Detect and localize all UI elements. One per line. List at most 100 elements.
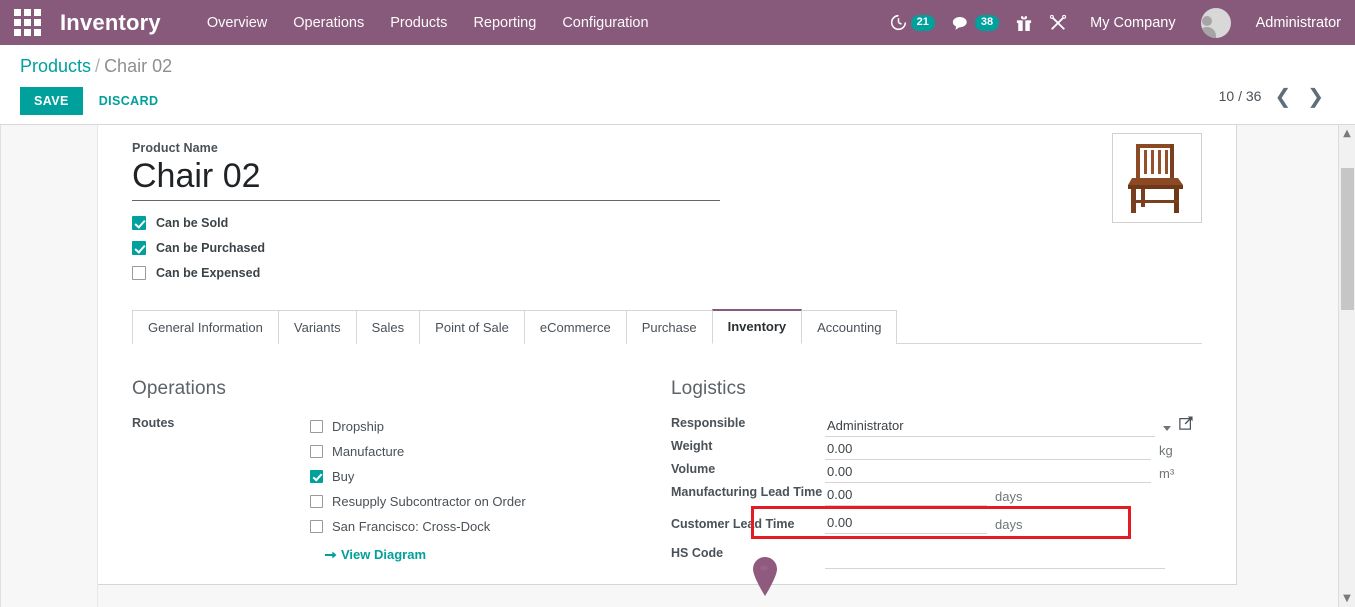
clock-activity-icon [890,14,906,31]
grid-cell [13,19,21,26]
company-switcher[interactable]: My Company [1090,15,1175,31]
tab-point-of-sale[interactable]: Point of Sale [419,310,525,344]
chevron-down-icon[interactable] [1163,426,1171,431]
product-name-caption: Product Name [132,141,218,155]
responsible-value-cell [825,414,1202,437]
route-row-resupply-subcontractor[interactable]: Resupply Subcontractor on Order [310,489,667,514]
route-manufacture-checkbox[interactable] [310,445,323,458]
volume-value-cell: m³ [825,460,1202,483]
route-cross-dock-checkbox[interactable] [310,520,323,533]
operations-fields-table: Routes Dropship Manufacture Buy Resupply… [132,414,667,566]
hs-code-field-row: HS Code [671,534,1202,569]
can-be-purchased-label: Can be Purchased [156,240,266,255]
weight-unit-label: kg [1159,443,1173,458]
route-dropship-label: Dropship [332,419,385,434]
operations-group: Operations Routes Dropship Manufacture B… [132,378,667,569]
hs-code-input-wrap [825,534,1202,569]
route-row-manufacture[interactable]: Manufacture [310,439,667,464]
chevron-right-icon[interactable]: ❯ [1304,86,1327,106]
can-be-sold-checkbox[interactable] [132,215,146,230]
app-brand-title[interactable]: Inventory [60,10,161,36]
manufacturing-lead-time-input-wrap: days [825,483,1202,506]
inventory-tab-groups: Operations Routes Dropship Manufacture B… [132,344,1202,569]
tab-general-information[interactable]: General Information [132,310,279,344]
apps-grid-icon[interactable] [10,6,44,40]
manufacturing-lead-time-input[interactable] [825,485,987,506]
weight-label: Weight [671,439,713,453]
chevron-left-icon[interactable]: ❮ [1271,86,1294,106]
flag-row-can-be-expensed[interactable]: Can be Expensed [132,260,752,285]
flag-row-can-be-purchased[interactable]: Can be Purchased [132,235,752,260]
view-diagram-label: View Diagram [341,547,427,562]
scrollbar-thumb[interactable] [1341,168,1354,310]
route-buy-checkbox[interactable] [310,470,323,483]
menu-item-products[interactable]: Products [390,15,447,31]
route-resupply-subcontractor-checkbox[interactable] [310,495,323,508]
flag-row-can-be-sold[interactable]: Can be Sold [132,210,752,235]
chair-illustration-icon [1128,144,1183,213]
user-avatar-icon[interactable] [1200,7,1231,38]
can-be-purchased-checkbox[interactable] [132,240,146,255]
external-link-icon[interactable] [1179,416,1193,435]
volume-input-wrap: m³ [825,460,1202,483]
route-buy-label: Buy [332,469,355,484]
volume-field-row: Volume m³ [671,460,1202,483]
customer-lead-time-input-wrap: days [825,506,1202,534]
customer-lead-time-label: Customer Lead Time [671,517,795,531]
menu-item-reporting[interactable]: Reporting [473,15,536,31]
avatar-head [1201,15,1212,26]
hs-code-value-cell [825,534,1202,569]
save-button[interactable]: SAVE [20,87,83,115]
customer-lead-time-input[interactable] [825,513,987,534]
form-sheet-inner: Product Name Can be Sold Can be Purchase… [98,125,1236,569]
manufacturing-lead-time-label: Manufacturing Lead Time [671,485,823,499]
breadcrumb-products-link[interactable]: Products [20,56,91,76]
logistics-fields-table: Responsible Administrator Weight 0.00 kg… [671,414,1202,569]
route-row-cross-dock[interactable]: San Francisco: Cross-Dock [310,514,667,539]
responsible-input[interactable] [825,416,1155,437]
user-menu[interactable]: Administrator [1256,15,1341,31]
chevron-down-icon[interactable]: ▼ [1339,590,1355,607]
can-be-expensed-label: Can be Expensed [156,265,261,280]
tab-ecommerce[interactable]: eCommerce [523,310,627,344]
can-be-sold-label: Can be Sold [156,215,229,230]
arrow-right-icon [324,550,337,559]
view-diagram-link[interactable]: View Diagram [324,547,426,562]
notebook-tabs: General Information Variants Sales Point… [132,309,1202,344]
chevron-up-icon[interactable]: ▲ [1339,125,1355,142]
menu-item-operations[interactable]: Operations [293,15,364,31]
messaging-menu-button[interactable]: 38 [952,14,1000,31]
hs-code-input[interactable] [825,548,1165,569]
weight-value-cell: kg [825,437,1202,460]
tools-icon[interactable] [1049,14,1067,32]
discard-button[interactable]: DISCARD [89,87,169,115]
avatar-body [1200,26,1216,38]
route-row-dropship[interactable]: Dropship [310,414,667,439]
product-title-row: Product Name Can be Sold Can be Purchase… [132,141,1202,285]
weight-input[interactable] [825,439,1151,460]
activity-menu-button[interactable]: 21 [890,14,935,31]
gift-icon[interactable] [1016,14,1032,32]
grid-cell [33,9,41,16]
route-resupply-subcontractor-label: Resupply Subcontractor on Order [332,494,526,509]
product-name-input[interactable] [132,157,720,201]
tab-variants[interactable]: Variants [277,310,357,344]
route-row-buy[interactable]: Buy [310,464,667,489]
vertical-scrollbar[interactable]: ▲ ▼ [1338,125,1355,607]
chair-product-image[interactable] [1112,133,1202,223]
breadcrumb-separator: / [95,56,101,76]
tab-inventory[interactable]: Inventory [711,309,803,344]
route-cross-dock-label: San Francisco: Cross-Dock [332,519,491,534]
grid-cell [33,19,41,26]
menu-item-overview[interactable]: Overview [207,15,267,31]
tab-accounting[interactable]: Accounting [801,310,898,344]
control-panel: Products / Chair 02 SAVE DISCARD 10 / 36 ❮… [0,45,1355,125]
tab-purchase[interactable]: Purchase [625,310,713,344]
grid-cell [13,29,21,36]
can-be-expensed-checkbox[interactable] [132,265,146,280]
tab-sales[interactable]: Sales [355,310,421,344]
menu-item-configuration[interactable]: Configuration [562,15,648,31]
volume-input[interactable] [825,462,1151,483]
route-dropship-checkbox[interactable] [310,420,323,433]
weight-input-wrap: kg [825,437,1202,460]
